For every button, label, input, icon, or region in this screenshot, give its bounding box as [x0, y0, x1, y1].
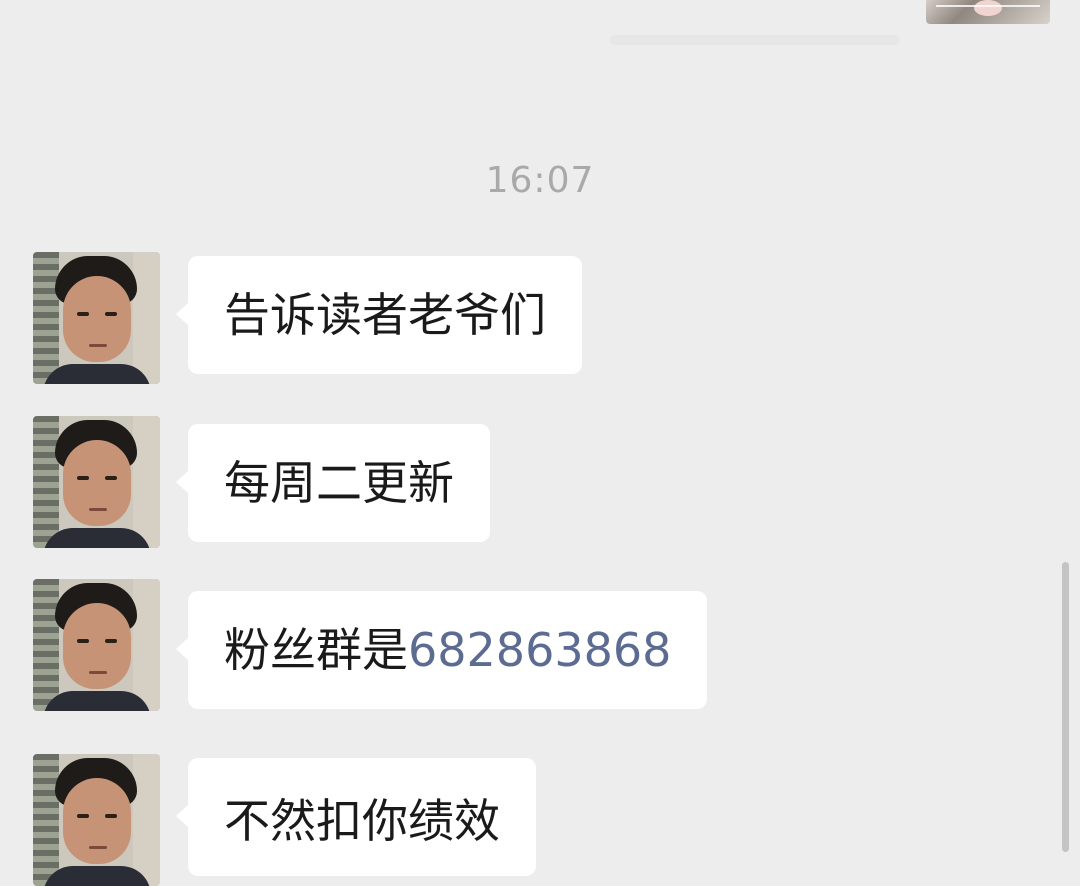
sender-avatar[interactable] — [33, 252, 160, 384]
sender-avatar[interactable] — [33, 416, 160, 548]
avatar-cat-nose — [974, 0, 1002, 16]
previous-message-shadow — [610, 35, 900, 45]
message-text: 告诉读者老爷们 — [224, 288, 546, 342]
sender-avatar[interactable] — [33, 579, 160, 711]
group-number-link[interactable]: 682863868 — [408, 623, 671, 677]
message-text: 每周二更新 — [224, 456, 454, 510]
own-avatar[interactable] — [926, 0, 1050, 24]
message-bubble[interactable]: 每周二更新 — [176, 424, 490, 542]
message-bubble[interactable]: 粉丝群是682863868 — [175, 591, 708, 709]
message-text: 粉丝群是 — [224, 623, 408, 677]
avatar-cat-whisker — [936, 5, 1040, 7]
scrollbar[interactable] — [1062, 562, 1069, 852]
message-timestamp: 16:07 — [485, 160, 595, 201]
message-bubble[interactable]: 不然扣你绩效 — [176, 758, 536, 876]
message-bubble[interactable]: 告诉读者老爷们 — [176, 256, 582, 374]
sender-avatar[interactable] — [33, 754, 160, 886]
chat-window: 16:07 告诉读者老爷们 每周二更新 粉丝群是682863868 不然扣你绩效 — [0, 0, 1080, 886]
message-text: 不然扣你绩效 — [224, 794, 500, 848]
